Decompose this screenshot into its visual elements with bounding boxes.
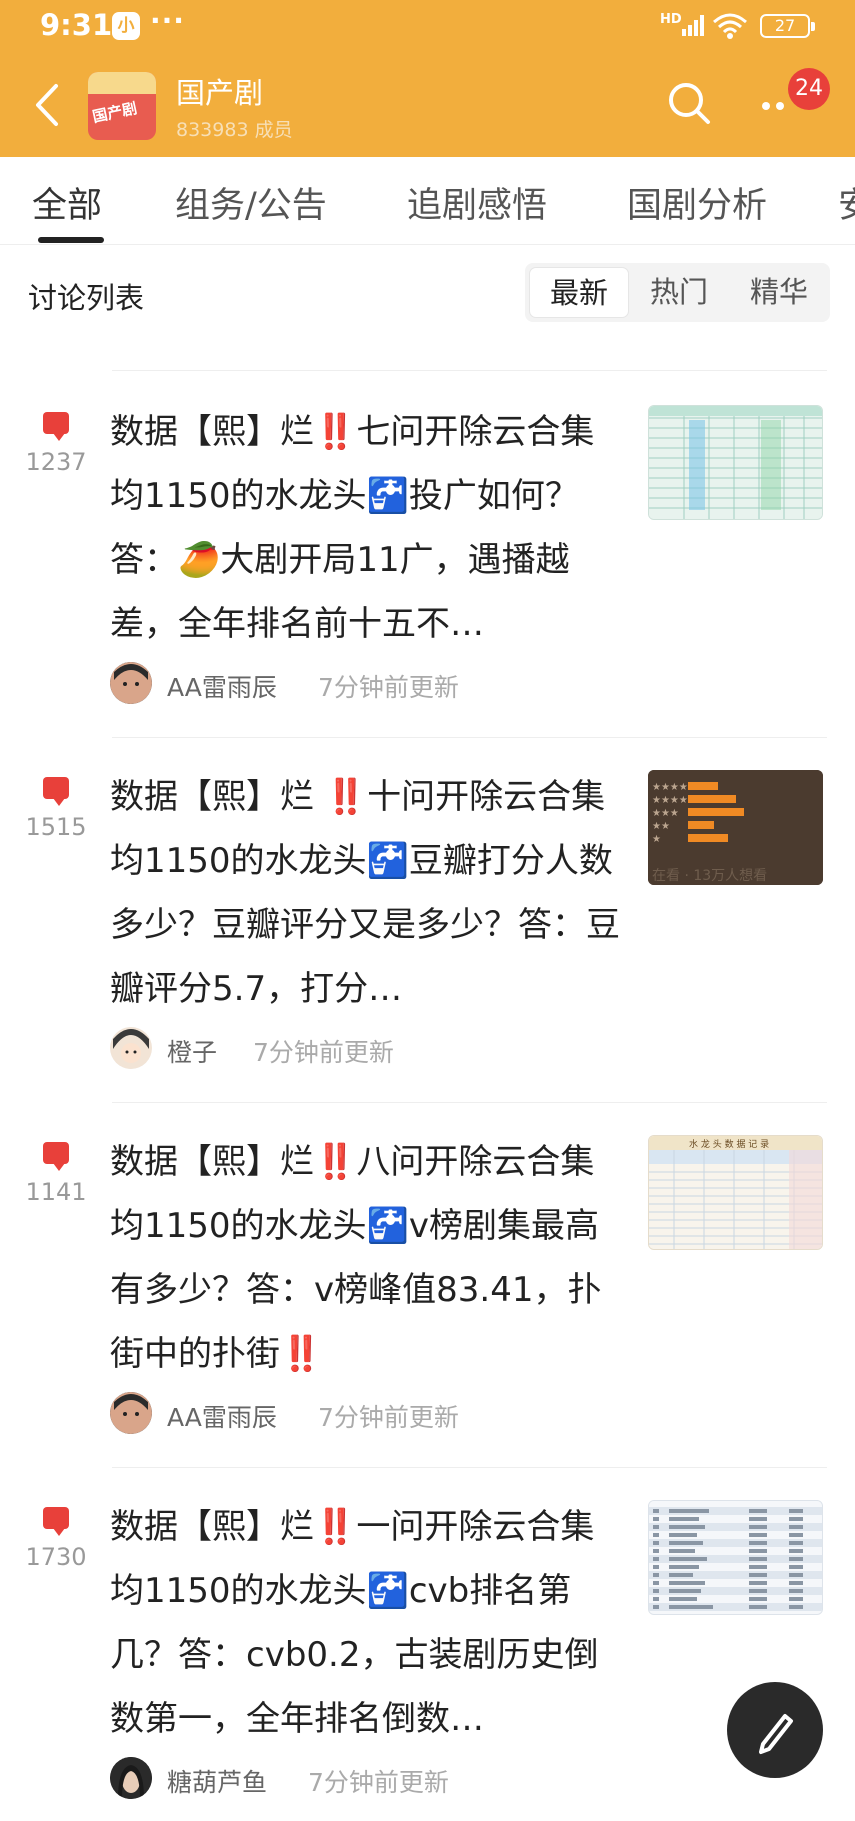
comment-count: 1237 [25,448,87,476]
rating-bars-image: ★★★★★★★★★★★★★★★ 在看 · 13万人想看 [648,770,823,885]
app-notification-icon: 小 [112,12,140,40]
post-title[interactable]: 数据【熙】烂‼️一问开除云合集均1150的水龙头🚰cvb排名第几？答：cvb0.… [110,1495,620,1751]
comment-icon [43,777,69,806]
sort-featured-button[interactable]: 精华 [729,267,829,318]
post-title[interactable]: 数据【熙】烂‼️八问开除云合集均1150的水龙头🚰v榜剧集最高有多少？答：v榜峰… [110,1130,620,1386]
group-avatar-label: 国产剧 [90,99,139,127]
post-author[interactable]: AA雷雨辰 [167,668,277,704]
comment-count: 1141 [25,1178,87,1206]
svg-text:★: ★ [652,834,661,845]
post-title[interactable]: 数据【熙】烂 ‼️十问开除云合集均1150的水龙头🚰豆瓣打分人数多少？豆瓣评分又… [110,765,620,1021]
table-image: 水 龙 头 数 据 记 录 [649,1136,822,1249]
network-type: HD [660,12,682,27]
post-time: 7分钟前更新 [308,1768,449,1797]
author-avatar[interactable] [110,662,152,704]
more-notifications-icon: ··· [150,4,185,37]
group-avatar[interactable]: 国产剧 [88,72,156,140]
post-author[interactable]: AA雷雨辰 [167,1398,277,1434]
tab-more[interactable]: 安 [838,177,855,228]
table-image [649,406,822,519]
comment-icon [43,1507,69,1536]
tab-drama-thoughts[interactable]: 追剧感悟 [407,177,547,228]
svg-text:★★★: ★★★ [652,808,679,819]
ranking-list-image [649,1501,822,1614]
post-time: 7分钟前更新 [253,1038,394,1067]
post-author[interactable]: 糖葫芦鱼 [167,1763,267,1799]
author-avatar[interactable] [110,1027,152,1069]
group-member-count: 833983 成员 [176,119,293,141]
sort-latest-button[interactable]: 最新 [529,267,629,318]
divider [112,737,827,738]
thumbnail-caption: 在看 · 13万人想看 [652,868,767,884]
post-author[interactable]: 橙子 [167,1033,217,1069]
search-icon[interactable] [664,78,714,128]
battery-icon: 27 [760,14,815,38]
pencil-icon [759,1714,793,1754]
discussion-list-title: 讨论列表 [28,281,145,315]
sort-toggle: 最新 热门 精华 [525,263,830,322]
post-thumbnail[interactable]: 水 龙 头 数 据 记 录 [648,1135,823,1250]
category-tabs: 全部 组务/公告 追剧感悟 国剧分析 安 [0,157,855,245]
post-time: 7分钟前更新 [318,673,459,702]
thumbnail-header: 水 龙 头 数 据 记 录 [689,1138,769,1150]
divider [112,370,827,371]
comment-icon [43,412,69,441]
wifi-icon [713,13,747,39]
author-avatar[interactable] [110,1392,152,1434]
active-tab-indicator [38,237,104,243]
app-header: 9:31 小 ··· HD 27 国产剧 国产剧 833983 成员 24 [0,0,855,157]
comment-count: 1515 [25,813,87,841]
author-avatar[interactable] [110,1757,152,1799]
comment-count: 1730 [25,1543,87,1571]
post-thumbnail[interactable]: ★★★★★ ★★★★ ★★★ ★★ ★ 在看 · 13万人想看 [648,770,823,885]
back-button[interactable] [28,80,68,130]
tab-announcements[interactable]: 组务/公告 [175,177,327,228]
svg-text:★★★★: ★★★★ [652,795,688,806]
group-title[interactable]: 国产剧 [176,70,263,112]
divider [112,1467,827,1468]
signal-icon [682,14,706,36]
post-time: 7分钟前更新 [318,1403,459,1432]
notification-badge[interactable]: 24 [788,68,830,110]
divider [112,1102,827,1103]
svg-text:★★: ★★ [652,821,670,832]
post-title[interactable]: 数据【熙】烂‼️七问开除云合集均1150的水龙头🚰投广如何？答：🥭大剧开局11广… [110,400,620,656]
status-bar: 9:31 小 ··· HD 27 [0,0,855,55]
sort-hot-button[interactable]: 热门 [629,267,729,318]
post-thumbnail[interactable] [648,1500,823,1615]
post-thumbnail[interactable] [648,405,823,520]
tab-drama-analysis[interactable]: 国剧分析 [627,177,767,228]
tab-all[interactable]: 全部 [32,177,102,228]
comment-icon [43,1142,69,1171]
compose-button[interactable] [727,1682,823,1778]
status-time: 9:31 [40,8,113,42]
